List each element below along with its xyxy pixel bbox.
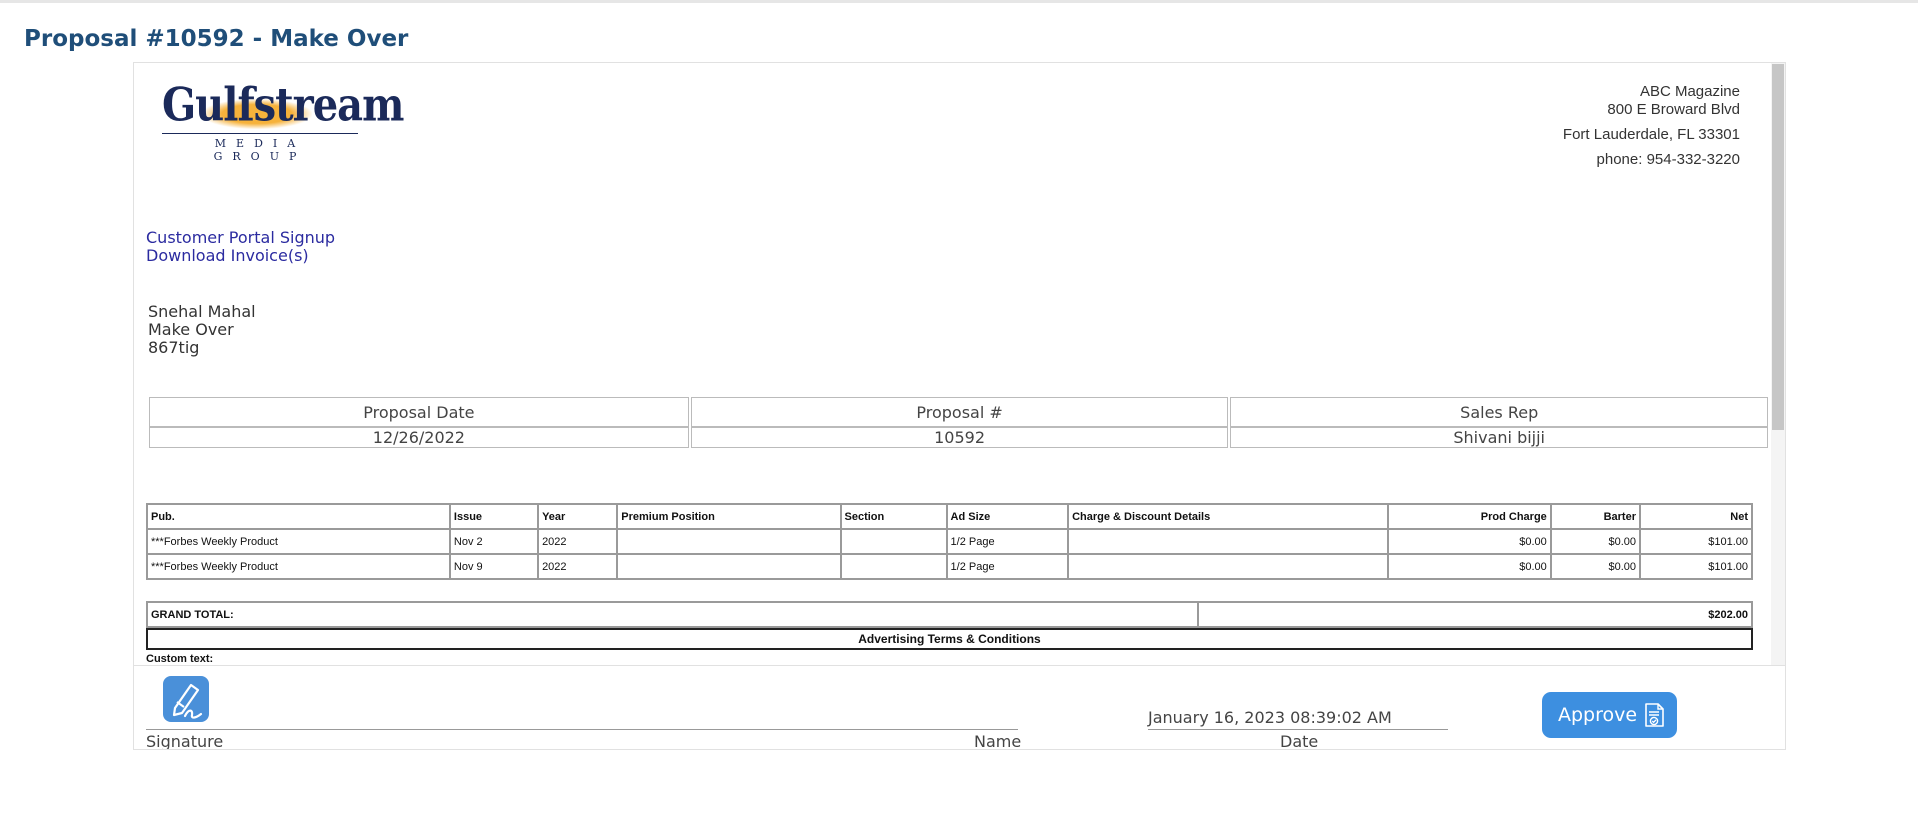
customer-name: Snehal Mahal [148, 302, 256, 321]
col-ad-size: Ad Size [945, 503, 1070, 530]
col-barter: Barter [1549, 503, 1641, 530]
row2-barter: $0.00 [1549, 553, 1641, 580]
customer-portal-signup-link[interactable]: Customer Portal Signup [146, 229, 335, 247]
col-prod-charge: Prod Charge [1386, 503, 1552, 530]
col-year: Year [537, 503, 619, 530]
logo-tagline: MEDIA GROUP [213, 137, 307, 163]
name-label: Name [974, 732, 1022, 750]
approve-button[interactable]: Approve [1542, 692, 1677, 738]
customer-company: Make Over [148, 320, 234, 339]
logo-rule [162, 133, 358, 134]
row2-net: $101.00 [1638, 553, 1754, 580]
row1-charge-details [1067, 528, 1389, 555]
address-company: ABC Magazine [1639, 83, 1740, 100]
row1-issue: Nov 2 [448, 528, 540, 555]
signature-area: Signature Name January 16, 2023 08:39:02… [134, 665, 1785, 750]
custom-text-label: Custom text: [146, 653, 214, 665]
row1-pub: ***Forbes Weekly Product [146, 528, 451, 555]
row2-year: 2022 [537, 553, 619, 580]
logo-wordmark: Gulfstream [162, 77, 404, 132]
top-divider [0, 0, 1918, 3]
col-issue: Issue [448, 503, 540, 530]
document-check-icon [1645, 703, 1664, 727]
line-items-table: Pub. Issue Year Premium Position Section… [146, 503, 1754, 580]
col-section: Section [839, 503, 948, 530]
proposal-document: Gulfstream MEDIA GROUP ABC Magazine 800 … [134, 63, 1770, 665]
row1-premium-position [616, 528, 842, 555]
row1-prod-charge: $0.00 [1386, 528, 1552, 555]
proposal-document-frame: Gulfstream MEDIA GROUP ABC Magazine 800 … [133, 62, 1786, 750]
grand-total-table: GRAND TOTAL: $202.00 [146, 601, 1753, 628]
col-charge-details: Charge & Discount Details [1067, 503, 1389, 530]
signature-line [146, 729, 1018, 730]
row2-section [839, 553, 948, 580]
row1-section [839, 528, 948, 555]
row1-net: $101.00 [1638, 528, 1754, 555]
document-scrollbar-thumb[interactable] [1772, 64, 1784, 430]
line-items-header-row: Pub. Issue Year Premium Position Section… [146, 503, 1754, 530]
signature-label: Signature [146, 732, 224, 750]
customer-line3: 867tig [148, 338, 200, 357]
row2-premium-position [616, 553, 842, 580]
grand-total-label: GRAND TOTAL: [146, 601, 1199, 628]
row2-prod-charge: $0.00 [1386, 553, 1552, 580]
proposal-number-value: 10592 [690, 427, 1229, 448]
row1-ad-size: 1/2 Page [945, 528, 1070, 555]
date-line [1148, 729, 1448, 730]
address-street: 800 E Broward Blvd [1607, 101, 1740, 118]
portal-links: Customer Portal Signup Download Invoice(… [146, 229, 335, 265]
col-premium-position: Premium Position [616, 503, 842, 530]
grand-total-value: $202.00 [1197, 601, 1753, 628]
table-row: ***Forbes Weekly Product Nov 9 2022 1/2 … [146, 553, 1754, 580]
address-phone: phone: 954-332-3220 [1596, 151, 1740, 168]
signature-date-value: January 16, 2023 08:39:02 AM [1148, 708, 1392, 727]
sales-rep-value: Shivani bijji [1230, 427, 1768, 448]
company-logo: Gulfstream MEDIA GROUP [162, 77, 404, 163]
proposal-date-value: 12/26/2022 [149, 427, 689, 448]
row2-issue: Nov 9 [448, 553, 540, 580]
address-city: Fort Lauderdale, FL 33301 [1562, 126, 1740, 143]
sales-rep-header: Sales Rep [1230, 397, 1768, 427]
row2-pub: ***Forbes Weekly Product [146, 553, 451, 580]
proposal-info-table: Proposal Date Proposal # Sales Rep 12/26… [147, 397, 1770, 448]
row1-year: 2022 [537, 528, 619, 555]
proposal-date-header: Proposal Date [149, 397, 689, 427]
company-address: ABC Magazine 800 E Broward Blvd Fort Lau… [1563, 83, 1740, 169]
table-row: ***Forbes Weekly Product Nov 2 2022 1/2 … [146, 528, 1754, 555]
download-invoices-link[interactable]: Download Invoice(s) [146, 247, 335, 265]
approve-button-label: Approve [1558, 704, 1638, 726]
customer-block: Snehal Mahal Make Over 867tig [148, 303, 256, 357]
col-net: Net [1638, 503, 1754, 530]
document-scrollbar[interactable] [1771, 63, 1785, 665]
terms-conditions-header: Advertising Terms & Conditions [146, 628, 1753, 650]
proposal-number-header: Proposal # [690, 397, 1229, 427]
date-label: Date [1280, 732, 1319, 750]
row1-barter: $0.00 [1549, 528, 1641, 555]
row2-charge-details [1067, 553, 1389, 580]
col-pub: Pub. [146, 503, 451, 530]
row2-ad-size: 1/2 Page [945, 553, 1070, 580]
page-title: Proposal #10592 - Make Over [24, 26, 409, 52]
signature-pen-icon[interactable] [163, 676, 209, 722]
